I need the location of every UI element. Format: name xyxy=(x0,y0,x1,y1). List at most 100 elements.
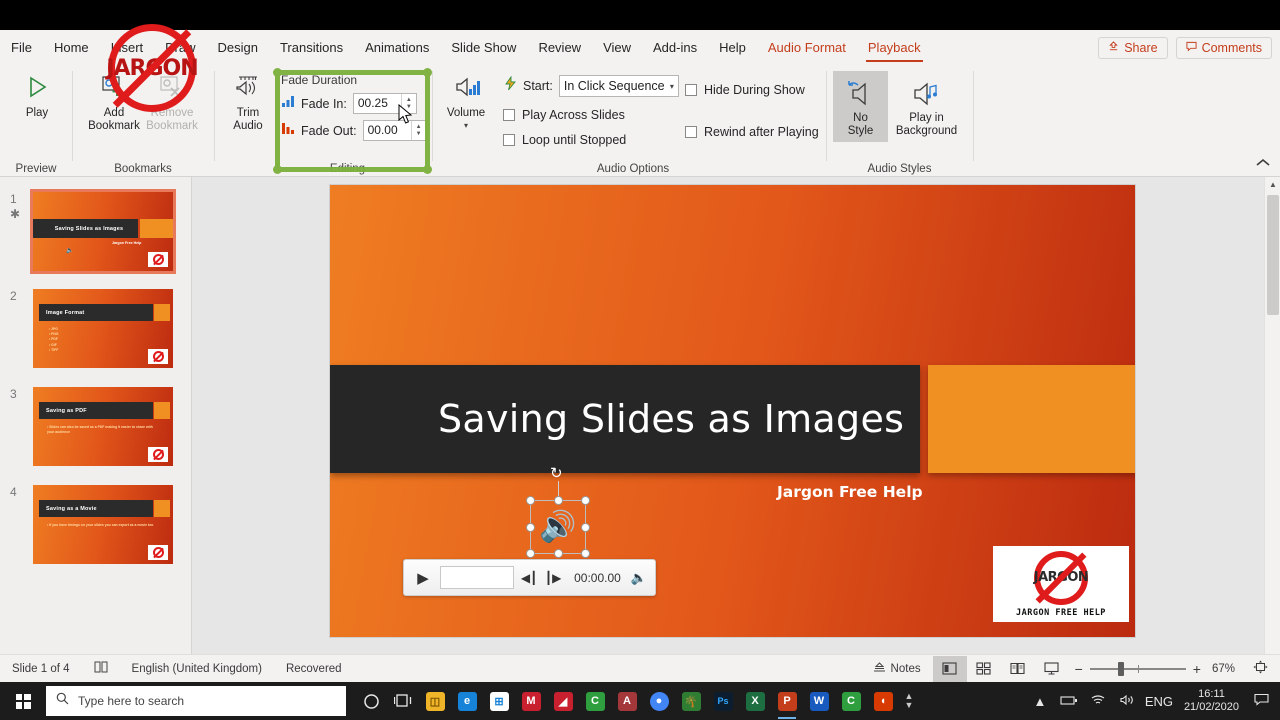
play-icon[interactable]: ▶ xyxy=(412,569,434,587)
taskbar-app-google-chrome[interactable]: ● xyxy=(644,682,674,720)
tab-home[interactable]: Home xyxy=(43,30,100,65)
fade-in-spin-arrows[interactable]: ▲ ▼ xyxy=(400,94,416,113)
tab-view[interactable]: View xyxy=(592,30,642,65)
step-back-icon[interactable]: ◀┃ xyxy=(520,571,538,585)
taskbar-app-snagit-editor[interactable]: ◢ xyxy=(548,682,578,720)
tab-animations[interactable]: Animations xyxy=(354,30,440,65)
handle-nw[interactable] xyxy=(526,496,535,505)
scroll-up-icon[interactable]: ▲ xyxy=(1265,177,1280,193)
taskbar-app-adobe-photoshop[interactable]: Ps xyxy=(708,682,738,720)
scrollbar-thumb[interactable] xyxy=(1267,195,1279,315)
windows-taskbar[interactable]: Type here to search ◫ e ⊞ M ◢ C A ● 🌴 Ps… xyxy=(0,682,1280,720)
jargon-free-help-logo[interactable]: JARGON JARGON FREE HELP xyxy=(993,546,1129,622)
show-hidden-icons-chevron-icon[interactable]: ▲ xyxy=(1027,694,1053,709)
minus-icon[interactable]: − xyxy=(1075,661,1083,677)
add-bookmark-button[interactable]: Add Bookmark xyxy=(85,71,143,133)
taskbar-app-camtasia[interactable]: C xyxy=(580,682,610,720)
speaker-icon[interactable] xyxy=(1114,694,1140,709)
play-across-slides-checkbox[interactable]: Play Across Slides xyxy=(503,108,679,122)
hide-during-show-checkbox[interactable]: Hide During Show xyxy=(685,83,819,97)
tab-file[interactable]: File xyxy=(0,30,43,65)
slide-editing-canvas[interactable]: Saving Slides as Images Jargon Free Help… xyxy=(192,177,1264,676)
volume-button[interactable]: Volume ▾ xyxy=(437,71,495,130)
play-in-background-button[interactable]: Play in Background xyxy=(889,71,964,142)
slide-subtitle-text[interactable]: Jargon Free Help xyxy=(777,483,923,501)
handle-ne[interactable] xyxy=(581,496,590,505)
fade-in-value[interactable]: 00.25 xyxy=(354,94,401,113)
audio-object[interactable]: ↻ 🔊 xyxy=(526,466,590,558)
slide-title-placeholder[interactable]: Saving Slides as Images xyxy=(330,365,920,473)
share-button[interactable]: Share xyxy=(1098,36,1168,59)
handle-se[interactable] xyxy=(581,549,590,558)
notes-button[interactable]: Notes xyxy=(861,661,933,676)
plus-icon[interactable]: + xyxy=(1193,661,1201,677)
checkbox-box[interactable] xyxy=(503,134,515,146)
audio-progress-track[interactable] xyxy=(440,566,515,589)
tab-playback[interactable]: Playback xyxy=(857,30,932,65)
thumbnail-slide-4[interactable]: Saving as a Movie • If you have timings … xyxy=(33,485,173,564)
slide-show-icon[interactable] xyxy=(1035,656,1069,682)
zoom-level-label[interactable]: 67% xyxy=(1212,663,1235,675)
taskbar-app-microsoft-word[interactable]: W xyxy=(804,682,834,720)
notification-icon[interactable] xyxy=(1248,693,1274,709)
search-input[interactable]: Type here to search xyxy=(46,686,346,716)
checkbox-box[interactable] xyxy=(685,126,697,138)
loop-until-stopped-checkbox[interactable]: Loop until Stopped xyxy=(503,133,679,147)
tab-add-ins[interactable]: Add-ins xyxy=(642,30,708,65)
audio-playback-control[interactable]: ▶ ◀┃ ┃▶ 00:00.00 🔈 xyxy=(403,559,656,596)
task-view-icon[interactable] xyxy=(388,682,418,720)
handle-n[interactable] xyxy=(553,496,563,505)
wifi-icon[interactable] xyxy=(1085,694,1111,709)
chevron-down-icon[interactable]: ▾ xyxy=(464,121,468,130)
trim-audio-button[interactable]: Trim Audio xyxy=(219,71,277,133)
tab-review[interactable]: Review xyxy=(527,30,592,65)
taskbar-app-microsoft-excel[interactable]: X xyxy=(740,682,770,720)
tab-slide-show[interactable]: Slide Show xyxy=(440,30,527,65)
thumbnail-slide-2[interactable]: Image Format • JPG • PNG • PDF • GIF • T… xyxy=(33,289,173,368)
tab-insert[interactable]: Insert xyxy=(100,30,155,65)
rewind-after-playing-checkbox[interactable]: Rewind after Playing xyxy=(685,125,819,139)
chevron-down-icon[interactable]: ▼ xyxy=(416,131,422,138)
comments-button[interactable]: Comments xyxy=(1175,36,1272,59)
tab-draw[interactable]: Draw xyxy=(154,30,206,65)
taskbar-app-pinterest[interactable]: 🌴 xyxy=(676,682,706,720)
taskbar-app-microsoft-powerpoint[interactable]: P xyxy=(772,682,802,720)
rotate-handle-icon[interactable]: ↻ xyxy=(550,466,566,482)
taskbar-app-file-explorer[interactable]: ◫ xyxy=(420,682,450,720)
tab-transitions[interactable]: Transitions xyxy=(269,30,354,65)
start-dropdown[interactable]: In Click Sequence ▾ xyxy=(558,75,679,97)
tab-help[interactable]: Help xyxy=(708,30,757,65)
fade-out-value[interactable]: 00.00 xyxy=(364,121,411,140)
taskbar-app-microsoft-store[interactable]: ⊞ xyxy=(484,682,514,720)
handle-e[interactable] xyxy=(581,522,590,532)
normal-view-icon[interactable] xyxy=(932,655,967,682)
checkbox-box[interactable] xyxy=(503,109,515,121)
thumbnail-slide-3[interactable]: Saving as PDF • Slides can also be saved… xyxy=(33,387,173,466)
fade-out-stepper[interactable]: 00.00 ▲ ▼ xyxy=(362,120,427,141)
battery-icon[interactable] xyxy=(1056,694,1082,709)
cortana-circle-icon[interactable] xyxy=(356,682,386,720)
current-slide[interactable]: Saving Slides as Images Jargon Free Help… xyxy=(330,185,1135,637)
show-hidden-icons-icon[interactable]: ▲ ▼ xyxy=(900,682,918,720)
fade-out-spin-arrows[interactable]: ▲ ▼ xyxy=(410,121,426,140)
slide-thumbnail-pane[interactable]: 1 ✱ Saving Slides as Images Jargon Free … xyxy=(0,177,192,676)
zoom-slider[interactable]: − + 67% xyxy=(1069,661,1241,677)
canvas-vertical-scrollbar[interactable]: ▲ ▼ xyxy=(1264,177,1280,676)
windows-logo-icon[interactable] xyxy=(0,682,46,720)
no-style-button[interactable]: No Style xyxy=(833,71,888,142)
selection-handles[interactable]: ↻ 🔊 xyxy=(526,466,590,558)
handle-s[interactable] xyxy=(553,549,563,558)
accessibility-book-icon[interactable] xyxy=(82,661,120,677)
taskbar-app-microsoft-office[interactable]: ◖ xyxy=(868,682,898,720)
volume-icon[interactable]: 🔈 xyxy=(631,570,647,586)
taskbar-app-microsoft-edge[interactable]: e xyxy=(452,682,482,720)
slide-sorter-icon[interactable] xyxy=(967,656,1001,682)
handle-w[interactable] xyxy=(526,522,535,532)
taskbar-app-camtasia-recorder[interactable]: C xyxy=(836,682,866,720)
taskbar-app-adobe-reader[interactable]: M xyxy=(516,682,546,720)
chevron-up-icon[interactable]: ▲ xyxy=(416,124,422,131)
language-indicator[interactable]: English (United Kingdom) xyxy=(120,663,274,675)
tab-design[interactable]: Design xyxy=(207,30,269,65)
thumbnail-slide-1[interactable]: Saving Slides as Images Jargon Free Help… xyxy=(30,189,176,274)
handle-sw[interactable] xyxy=(526,549,535,558)
